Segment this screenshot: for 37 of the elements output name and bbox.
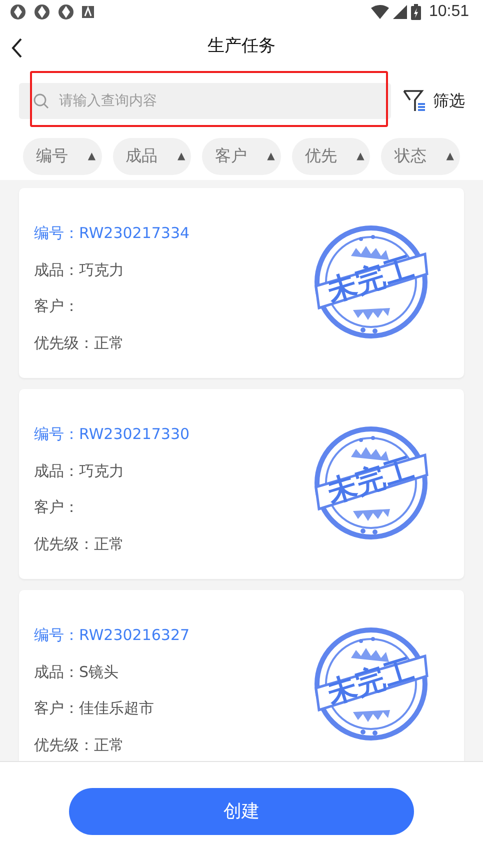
task-card[interactable]: 编号：RW230217334 成品：巧克力 客户： 优先级：正常 未完工 (19, 188, 464, 378)
task-card[interactable]: 编号：RW230216327 成品：S镜头 客户：佳佳乐超市 优先级：正常 未完工 (19, 590, 464, 761)
page-title: 生产任务 (208, 35, 276, 58)
task-card[interactable]: 编号：RW230217330 成品：巧克力 客户： 优先级：正常 未完工 (19, 389, 464, 579)
sort-chip[interactable]: 成品 ▲ (112, 138, 192, 174)
keyboard-notification-icon (82, 6, 94, 18)
app-notification-icon (58, 4, 74, 20)
task-customer: 客户： (34, 497, 79, 518)
task-number: 编号：RW230217334 (34, 223, 190, 244)
search-input[interactable]: 请输入查询内容 (57, 90, 381, 112)
sort-chip[interactable]: 编号 ▲ (23, 138, 102, 174)
sort-chip[interactable]: 优先 ▲ (292, 138, 370, 174)
task-product: 成品：S镜头 (34, 662, 119, 682)
status-stamp-text: 未完工 (322, 450, 420, 510)
app-notification-icon (34, 4, 50, 20)
status-stamp-text: 未完工 (322, 652, 420, 712)
status-time: 10:51 (428, 2, 469, 22)
create-button[interactable]: 创建 (69, 788, 414, 834)
wifi-icon (370, 5, 389, 19)
task-priority: 优先级：正常 (34, 534, 124, 554)
signal-icon (392, 5, 407, 19)
search-field[interactable]: 请输入查询内容 (19, 83, 391, 119)
task-customer: 客户： (34, 296, 79, 317)
task-product: 成品：巧克力 (34, 260, 124, 280)
task-number: 编号：RW230216327 (34, 625, 190, 646)
task-product: 成品：巧克力 (34, 460, 124, 482)
search-icon (33, 93, 49, 109)
task-priority: 优先级：正常 (34, 734, 124, 756)
filter-button[interactable]: 筛选 (403, 89, 465, 113)
status-stamp-text: 未完工 (322, 250, 420, 310)
app-notification-icon (10, 4, 26, 20)
task-priority: 优先级：正常 (34, 332, 124, 354)
task-number: 编号：RW230217330 (34, 424, 190, 445)
sort-chip[interactable]: 状态 ▲ (381, 138, 460, 174)
sort-chip[interactable]: 客户 ▲ (202, 138, 281, 174)
battery-icon (410, 4, 421, 20)
task-customer: 客户：佳佳乐超市 (34, 698, 154, 719)
